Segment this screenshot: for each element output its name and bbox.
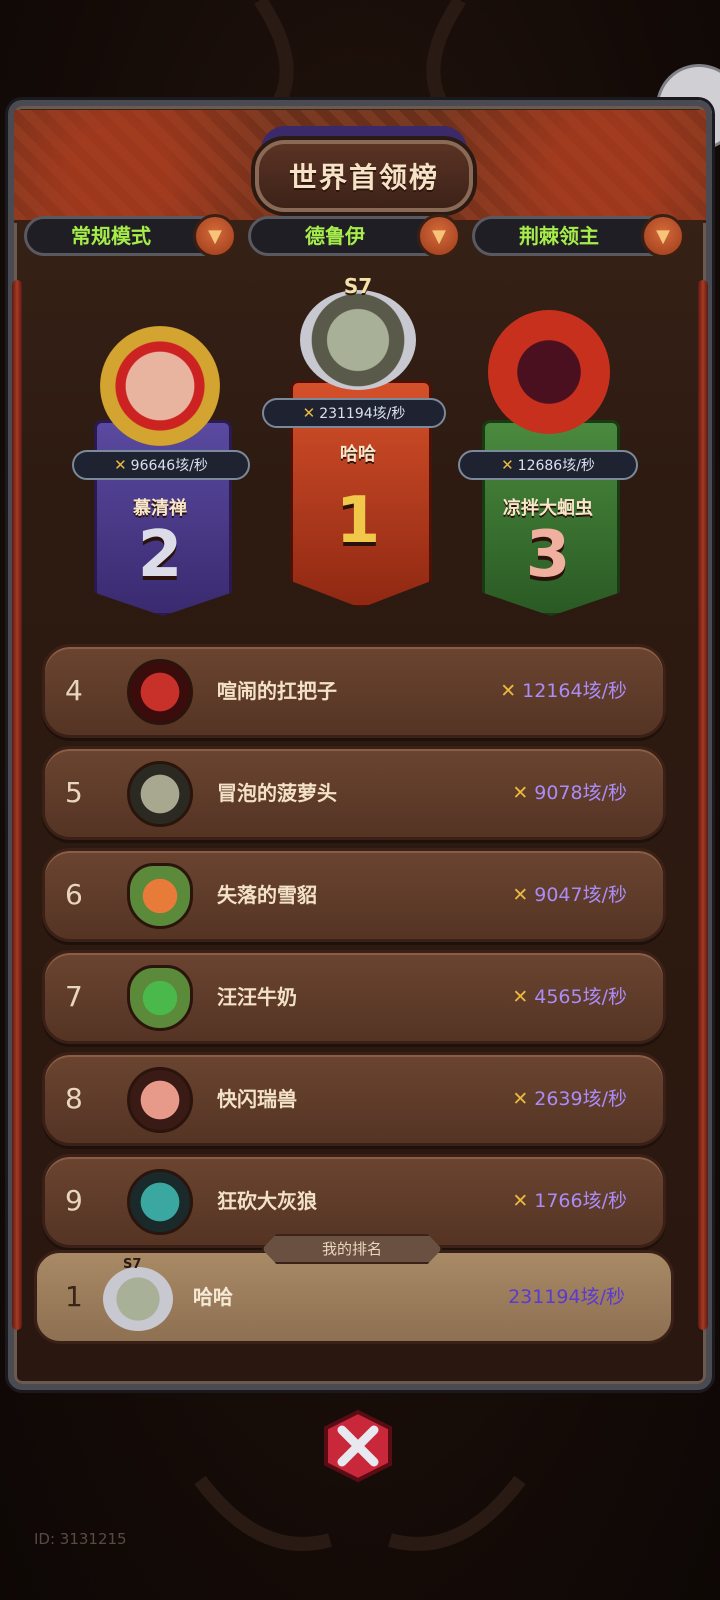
row-score-value: 9078垓/秒 [534, 782, 627, 804]
table-row[interactable]: 7 汪汪牛奶 ✕ 4565垓/秒 [42, 950, 666, 1044]
podium-rank: 2 [137, 518, 183, 592]
close-button[interactable] [320, 1408, 396, 1484]
avatar [127, 761, 193, 827]
row-score: ✕ 1766垓/秒 [512, 1157, 627, 1245]
table-row[interactable]: 9 狂砍大灰狼 ✕ 1766垓/秒 [42, 1154, 666, 1248]
avatar [103, 1267, 173, 1331]
crossed-swords-icon: ✕ [512, 782, 529, 804]
mode-dropdown-label: 常规模式 [71, 224, 151, 248]
table-row[interactable]: 6 失落的雪貂 ✕ 9047垓/秒 [42, 848, 666, 942]
left-rail [12, 280, 22, 1330]
row-rank: 4 [65, 674, 83, 707]
podium-score-value: 96646垓/秒 [130, 458, 208, 474]
podium-score: ✕ 231194垓/秒 [262, 398, 446, 428]
podium-score-value: 12686垓/秒 [517, 458, 595, 474]
avatar [488, 310, 610, 434]
row-score: ✕ 9047垓/秒 [512, 851, 627, 939]
podium-name: 慕清禅 [133, 498, 187, 519]
podium-third[interactable]: 凉拌大蛔虫 3 [482, 420, 620, 616]
crossed-swords-icon: ✕ [114, 456, 127, 474]
row-rank: 5 [65, 776, 83, 809]
my-rank-tag: 我的排名 [262, 1234, 442, 1264]
row-score: ✕ 12164垓/秒 [500, 647, 627, 735]
season-badge: S7 [123, 1257, 142, 1272]
avatar [127, 863, 193, 929]
my-rank-row[interactable]: 1 S7 哈哈 231194垓/秒 [34, 1250, 674, 1344]
title-plate: 世界首领榜 [255, 140, 473, 212]
crossed-swords-icon: ✕ [501, 456, 514, 474]
season-badge: S7 [343, 274, 373, 298]
class-dropdown-label: 德鲁伊 [305, 224, 365, 248]
right-rail [698, 280, 708, 1330]
table-row[interactable]: 8 快闪瑞兽 ✕ 2639垓/秒 [42, 1052, 666, 1146]
boss-dropdown-label: 荆棘领主 [519, 224, 599, 248]
avatar [127, 1067, 193, 1133]
boss-dropdown[interactable]: 荆棘领主 ▼ [472, 214, 685, 258]
user-id: ID: 3131215 [34, 1530, 127, 1548]
podium-second[interactable]: 慕清禅 2 [94, 420, 232, 616]
class-dropdown[interactable]: 德鲁伊 ▼ [248, 214, 461, 258]
row-rank: 8 [65, 1082, 83, 1115]
podium-rank: 3 [525, 518, 571, 592]
row-rank: 7 [65, 980, 83, 1013]
podium-rank: 1 [335, 484, 381, 558]
row-score-value: 4565垓/秒 [534, 986, 627, 1008]
chevron-down-icon[interactable]: ▼ [193, 214, 237, 258]
chevron-down-icon[interactable]: ▼ [417, 214, 461, 258]
crossed-swords-icon: ✕ [512, 1190, 529, 1212]
podium-name: 哈哈 [340, 444, 376, 465]
row-name: 快闪瑞兽 [217, 1087, 297, 1111]
my-name: 哈哈 [193, 1285, 233, 1309]
row-name: 失落的雪貂 [217, 883, 317, 907]
crossed-swords-icon: ✕ [512, 1088, 529, 1110]
podium-name: 凉拌大蛔虫 [503, 498, 593, 519]
row-name: 冒泡的菠萝头 [217, 781, 337, 805]
row-score-value: 1766垓/秒 [534, 1190, 627, 1212]
my-score: 231194垓/秒 [508, 1286, 625, 1308]
row-score: ✕ 2639垓/秒 [512, 1055, 627, 1143]
crossed-swords-icon: ✕ [500, 680, 517, 702]
chevron-down-icon[interactable]: ▼ [641, 214, 685, 258]
avatar [127, 659, 193, 725]
page-title: 世界首领榜 [288, 161, 439, 194]
podium-score-value: 231194垓/秒 [319, 406, 406, 422]
row-rank: 9 [65, 1184, 83, 1217]
avatar [100, 326, 220, 446]
row-score-value: 9047垓/秒 [534, 884, 627, 906]
row-name: 狂砍大灰狼 [217, 1189, 317, 1213]
avatar [127, 1169, 193, 1235]
table-row[interactable]: 5 冒泡的菠萝头 ✕ 9078垓/秒 [42, 746, 666, 840]
table-row[interactable]: 4 喧闹的扛把子 ✕ 12164垓/秒 [42, 644, 666, 738]
podium-score: ✕ 12686垓/秒 [458, 450, 638, 480]
crossed-swords-icon: ✕ [512, 986, 529, 1008]
crossed-swords-icon: ✕ [512, 884, 529, 906]
row-score-value: 2639垓/秒 [534, 1088, 627, 1110]
row-score: ✕ 9078垓/秒 [512, 749, 627, 837]
row-name: 汪汪牛奶 [217, 985, 297, 1009]
crossed-swords-icon: ✕ [302, 404, 316, 422]
close-icon [324, 1409, 392, 1483]
mode-dropdown[interactable]: 常规模式 ▼ [24, 214, 237, 258]
my-rank: 1 [65, 1280, 83, 1313]
row-score-value: 12164垓/秒 [522, 680, 627, 702]
avatar [300, 290, 416, 390]
podium-score: ✕ 96646垓/秒 [72, 450, 250, 480]
row-rank: 6 [65, 878, 83, 911]
row-name: 喧闹的扛把子 [217, 679, 337, 703]
avatar [127, 965, 193, 1031]
row-score: ✕ 4565垓/秒 [512, 953, 627, 1041]
